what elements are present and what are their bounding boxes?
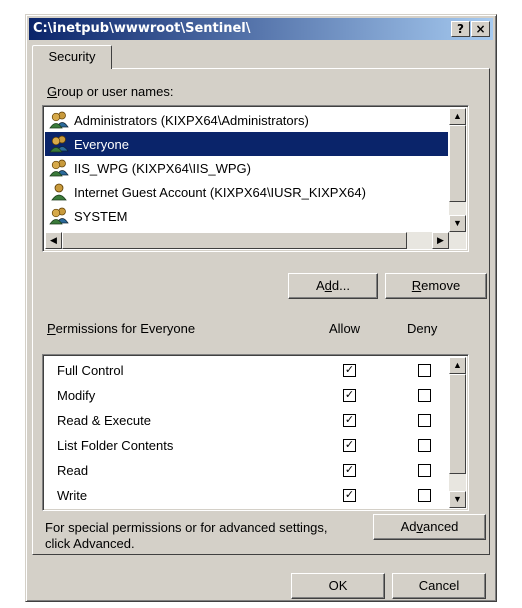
arrow-right-icon: ▶ — [437, 235, 444, 245]
group-or-user-names-label: Group or user names: — [47, 84, 173, 99]
arrow-down-icon: ▼ — [453, 218, 462, 228]
deny-checkbox[interactable] — [418, 389, 431, 402]
group-list-horizontal-scrollbar[interactable]: ◀ ▶ — [45, 232, 449, 249]
arrow-left-icon: ◀ — [50, 235, 57, 245]
remove-button[interactable]: Remove — [385, 273, 487, 299]
deny-checkbox[interactable] — [418, 414, 431, 427]
advanced-settings-note: For special permissions or for advanced … — [45, 520, 328, 552]
allow-checkbox[interactable]: ✓ — [343, 489, 356, 502]
scroll-thumb[interactable] — [449, 374, 466, 474]
deny-checkbox[interactable] — [418, 439, 431, 452]
horizontal-scroll-thumb[interactable] — [62, 232, 407, 249]
security-dialog: C:\inetpub\wwwroot\Sentinel\ ? × Securit… — [25, 14, 497, 602]
user-group-icon — [49, 135, 69, 153]
list-item-label: Everyone — [74, 136, 129, 152]
deny-checkbox[interactable] — [418, 489, 431, 502]
group-list-vertical-scrollbar[interactable]: ▲ ▼ — [449, 108, 466, 249]
label: Cancel — [418, 578, 460, 593]
permission-row: Write ✓ — [45, 484, 448, 508]
allow-checkbox[interactable]: ✓ — [343, 439, 356, 452]
allow-checkbox[interactable]: ✓ — [343, 464, 356, 477]
scroll-up-button[interactable]: ▲ — [449, 357, 466, 374]
accel-key: R — [411, 278, 422, 293]
permission-name: Write — [57, 488, 88, 503]
user-icon — [49, 183, 69, 201]
tab-security-label: Security — [48, 49, 96, 64]
scroll-down-button[interactable]: ▼ — [449, 215, 466, 232]
arrow-up-icon: ▲ — [453, 360, 462, 370]
scroll-thumb[interactable] — [449, 125, 466, 202]
label: emove — [421, 278, 461, 293]
scroll-up-button[interactable]: ▲ — [449, 108, 466, 125]
label-text: ermissions for Everyone — [55, 321, 196, 336]
allow-checkbox[interactable]: ✓ — [343, 389, 356, 402]
list-item-label: IIS_WPG (KIXPX64\IIS_WPG) — [74, 160, 251, 176]
permissions-list: Full Control ✓ Modify ✓ Read & Execute ✓ List … — [42, 354, 469, 511]
accel-key: P — [47, 321, 56, 336]
allow-checkbox[interactable]: ✓ — [343, 364, 356, 377]
title-bar[interactable]: C:\inetpub\wwwroot\Sentinel\ ? × — [29, 18, 493, 40]
list-item-label: SYSTEM — [74, 208, 128, 224]
permission-name: Read — [57, 463, 89, 478]
permission-row: Full Control ✓ — [45, 359, 448, 383]
permission-row: List Folder Contents ✓ — [45, 434, 448, 458]
arrow-up-icon: ▲ — [453, 111, 462, 121]
permission-row: Modify ✓ — [45, 384, 448, 408]
close-icon: × — [475, 22, 486, 36]
deny-checkbox[interactable] — [418, 464, 431, 477]
help-button[interactable]: ? — [451, 21, 470, 37]
list-item[interactable]: SYSTEM — [45, 204, 448, 228]
accel-key: d — [324, 278, 332, 293]
scroll-down-button[interactable]: ▼ — [449, 491, 466, 508]
close-button[interactable]: × — [471, 21, 490, 37]
tab-security[interactable]: Security — [32, 45, 112, 69]
permission-name: List Folder Contents — [57, 438, 174, 453]
deny-column-header: Deny — [407, 321, 438, 336]
arrow-down-icon: ▼ — [453, 494, 462, 504]
scroll-right-button[interactable]: ▶ — [432, 232, 449, 249]
permission-name: Read & Execute — [57, 413, 151, 428]
note-line: For special permissions or for advanced … — [45, 520, 328, 535]
label: anced — [422, 519, 459, 534]
permission-row: Read & Execute ✓ — [45, 409, 448, 433]
permissions-label: Permissions for Everyone — [47, 321, 195, 336]
deny-checkbox[interactable] — [418, 364, 431, 377]
allow-checkbox[interactable]: ✓ — [343, 414, 356, 427]
advanced-button[interactable]: Advanced — [373, 514, 486, 540]
label: Ad — [400, 519, 417, 534]
label: d... — [331, 278, 350, 293]
user-group-icon — [49, 111, 69, 129]
label-text: roup or user names: — [57, 84, 174, 99]
list-item[interactable]: Internet Guest Account (KIXPX64\IUSR_KIX… — [45, 180, 448, 204]
scroll-left-button[interactable]: ◀ — [45, 232, 62, 249]
permission-name: Full Control — [57, 363, 124, 378]
list-item[interactable]: Everyone — [45, 132, 448, 156]
label: A — [316, 278, 325, 293]
permission-name: Modify — [57, 388, 96, 403]
list-item[interactable]: Administrators (KIXPX64\Administrators) — [45, 108, 448, 132]
user-group-icon — [49, 159, 69, 177]
accel-key: G — [47, 84, 58, 99]
cancel-button[interactable]: Cancel — [392, 573, 486, 599]
add-button[interactable]: Add... — [288, 273, 378, 299]
permissions-vertical-scrollbar[interactable]: ▲ ▼ — [449, 357, 466, 508]
permission-row: Read ✓ — [45, 459, 448, 483]
list-item[interactable]: IIS_WPG (KIXPX64\IIS_WPG) — [45, 156, 448, 180]
label: OK — [328, 578, 348, 593]
allow-column-header: Allow — [329, 321, 361, 336]
list-item-label: Administrators (KIXPX64\Administrators) — [74, 112, 309, 128]
group-user-list[interactable]: Administrators (KIXPX64\Administrators) E… — [42, 105, 469, 252]
help-icon: ? — [457, 22, 464, 36]
list-item-label: Internet Guest Account (KIXPX64\IUSR_KIX… — [74, 184, 366, 200]
user-group-icon — [49, 207, 69, 225]
note-line: click Advanced. — [45, 536, 135, 551]
ok-button[interactable]: OK — [291, 573, 385, 599]
window-title: C:\inetpub\wwwroot\Sentinel\ — [33, 21, 251, 36]
